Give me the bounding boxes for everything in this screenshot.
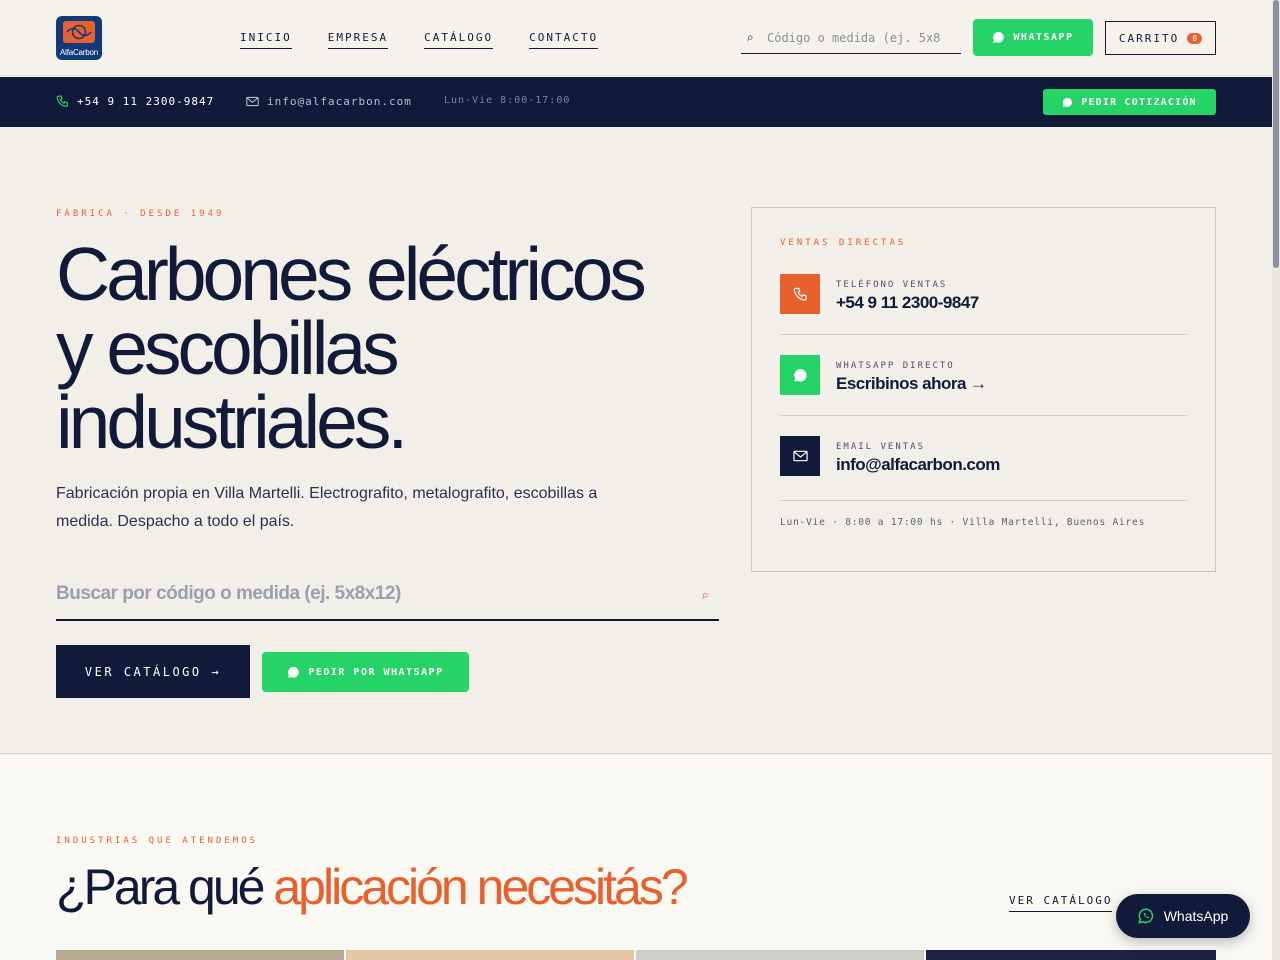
nav-inicio[interactable]: INICIO	[240, 31, 292, 49]
search-icon[interactable]: ⌕	[702, 587, 709, 603]
whatsapp-icon	[1137, 908, 1153, 924]
industries-title-main: ¿Para qué	[56, 859, 274, 915]
hero-eyebrow: FÁBRICA · DESDE 1949	[56, 209, 225, 219]
hero-title-line-2: y escobillas	[56, 306, 400, 390]
industries-title-accent: aplicación necesitás?	[273, 859, 688, 915]
cart-label: CARRITO	[1118, 31, 1180, 45]
topbar-hours: Lun-Vie 8:00-17:00	[444, 95, 571, 106]
mail-icon	[780, 436, 820, 476]
header-whatsapp-button[interactable]: WHATSAPP	[973, 19, 1093, 56]
hero-title: Carbones eléctricos y escobillas industr…	[56, 237, 736, 460]
whatsapp-icon	[288, 666, 300, 678]
divider	[780, 334, 1187, 335]
request-quote-button[interactable]: PEDIR COTIZACIÓN	[1043, 89, 1216, 115]
sales-row-phone-value: +54 9 11 2300-9847	[836, 293, 979, 312]
order-whatsapp-label: PEDIR POR WHATSAPP	[308, 666, 444, 678]
mail-icon	[246, 96, 259, 107]
hero-lead: Fabricación propia en Villa Martelli. El…	[56, 485, 598, 530]
view-catalog-button[interactable]: VER CATÁLOGO →	[56, 645, 250, 698]
sales-card: VENTAS DIRECTAS TELÉFONO VENTAS +54 9 11…	[751, 207, 1216, 572]
whatsapp-icon	[993, 31, 1005, 43]
logo-wordmark: AlfaCarbon	[59, 48, 99, 57]
sales-row-phone[interactable]: TELÉFONO VENTAS +54 9 11 2300-9847	[780, 274, 1187, 354]
cart-count-badge: 0	[1187, 32, 1203, 44]
hero-title-line-3: industriales.	[56, 380, 408, 464]
request-quote-label: PEDIR COTIZACIÓN	[1081, 96, 1197, 108]
topbar-email[interactable]: info@alfacarbon.com	[246, 95, 412, 108]
hero-search-input[interactable]	[56, 579, 676, 609]
floating-whatsapp-button[interactable]: WhatsApp	[1116, 894, 1250, 938]
industries-eyebrow: INDUSTRIAS QUE ATENDEMOS	[56, 836, 259, 846]
industry-thumbnails	[56, 950, 1216, 960]
nav-empresa[interactable]: EMPRESA	[327, 31, 389, 49]
industry-thumbnail[interactable]	[636, 950, 924, 960]
sales-row-email-value: info@alfacarbon.com	[836, 455, 1000, 474]
sales-row-email-label: EMAIL VENTAS	[836, 442, 926, 452]
nav-catalogo[interactable]: CATÁLOGO	[424, 31, 494, 49]
industry-thumbnail[interactable]	[346, 950, 634, 960]
phone-icon	[780, 274, 820, 314]
brand-logo[interactable]: AlfaCarbon	[56, 16, 102, 60]
topbar-phone[interactable]: +54 9 11 2300-9847	[56, 95, 214, 108]
scrollbar-thumb[interactable]	[1273, 0, 1279, 268]
whatsapp-icon	[1063, 97, 1073, 107]
divider	[780, 500, 1187, 501]
hero-section: FÁBRICA · DESDE 1949 Carbones eléctricos…	[0, 127, 1280, 754]
site-header: AlfaCarbon INICIO EMPRESA CATÁLOGO CONTA…	[0, 0, 1280, 76]
header-search-input[interactable]	[767, 26, 957, 50]
topbar-email-text: info@alfacarbon.com	[267, 95, 412, 108]
industries-section: INDUSTRIAS QUE ATENDEMOS ¿Para qué aplic…	[0, 755, 1280, 960]
sales-card-footer: Lun-Vie · 8:00 a 17:00 hs · Villa Martel…	[780, 517, 1146, 528]
hero-title-line-1: Carbones eléctricos	[56, 232, 647, 316]
sales-row-whatsapp-value: Escribinos ahora →	[836, 374, 987, 393]
hero-search: ⌕	[56, 573, 719, 621]
industries-title: ¿Para qué aplicación necesitás?	[56, 858, 689, 916]
page-scrollbar[interactable]	[1272, 0, 1280, 960]
industry-thumbnail[interactable]	[56, 950, 344, 960]
sales-row-email[interactable]: EMAIL VENTAS info@alfacarbon.com	[780, 436, 1187, 516]
header-whatsapp-label: WHATSAPP	[1013, 32, 1074, 43]
main-nav: INICIO EMPRESA CATÁLOGO CONTACTO	[240, 31, 599, 49]
logo-mark	[63, 21, 95, 43]
phone-icon	[56, 95, 68, 107]
header-search: ⌕	[741, 22, 961, 54]
order-whatsapp-button[interactable]: PEDIR POR WHATSAPP	[262, 652, 469, 692]
cart-button[interactable]: CARRITO 0	[1105, 21, 1216, 55]
divider	[780, 415, 1187, 416]
sales-row-phone-label: TELÉFONO VENTAS	[836, 280, 948, 290]
search-icon: ⌕	[747, 30, 754, 44]
nav-contacto[interactable]: CONTACTO	[529, 31, 599, 49]
floating-whatsapp-label: WhatsApp	[1163, 908, 1229, 924]
industries-catalog-link[interactable]: VER CATÁLOGO	[1009, 894, 1113, 912]
sales-row-whatsapp[interactable]: WHATSAPP DIRECTO Escribinos ahora →	[780, 355, 1187, 435]
sales-row-whatsapp-label: WHATSAPP DIRECTO	[836, 361, 955, 371]
whatsapp-icon	[780, 355, 820, 395]
topbar-phone-text: +54 9 11 2300-9847	[77, 95, 215, 108]
industry-thumbnail[interactable]	[926, 950, 1216, 960]
sales-card-eyebrow: VENTAS DIRECTAS	[780, 238, 907, 248]
